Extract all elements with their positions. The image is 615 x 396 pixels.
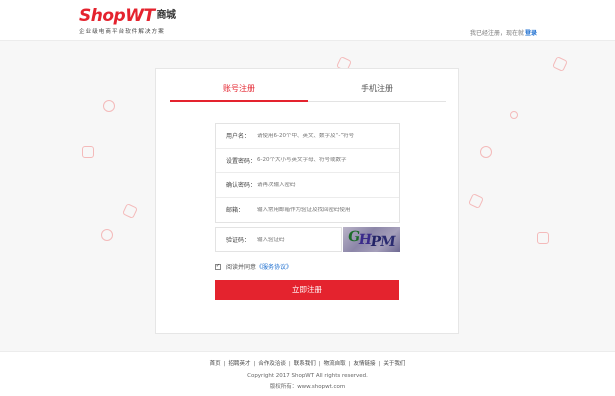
captcha-label: 验证码： xyxy=(226,237,251,244)
footer-link[interactable]: 关于我们 xyxy=(383,361,405,367)
form-row-username: 用户名： xyxy=(216,124,399,149)
register-tabs: 账号注册 手机注册 xyxy=(170,81,446,102)
agree-checkbox[interactable]: ✓ xyxy=(215,263,221,270)
agreement-row: ✓ 阅读并同意 《服务协议》 xyxy=(215,262,292,271)
register-submit-button[interactable]: 立即注册 xyxy=(215,280,399,300)
footer-separator: | xyxy=(318,361,321,367)
footer-link[interactable]: 首页 xyxy=(210,361,221,367)
tab-account-register[interactable]: 账号注册 xyxy=(170,83,308,94)
email-label: 邮箱： xyxy=(226,207,245,215)
service-agreement-link[interactable]: 《服务协议》 xyxy=(256,262,292,271)
copyright-text: Copyright 2017 ShopWT All rights reserve… xyxy=(247,373,368,379)
form-row-confirm-password: 确认密码： xyxy=(216,173,399,198)
captcha-image-text: GHPM xyxy=(347,229,396,250)
footer-link[interactable]: 合作及洽谈 xyxy=(258,361,286,367)
footer-link[interactable]: 友情链接 xyxy=(353,361,375,367)
footer-links: 首页 | 招聘英才 | 合作及洽谈 | 联系我们 | 物流自取 | 友情链接 | 关于我们 xyxy=(0,359,615,367)
decor-ring-icon xyxy=(103,100,115,112)
username-input[interactable] xyxy=(257,132,399,139)
captcha-image[interactable]: GHPM xyxy=(343,227,400,252)
footer-separator: | xyxy=(288,361,291,367)
login-link[interactable]: 登录 xyxy=(525,30,537,37)
captcha-char: M xyxy=(378,234,396,250)
page-footer: 首页 | 招聘英才 | 合作及洽谈 | 联系我们 | 物流自取 | 友情链接 | 关于我们 Copyri… xyxy=(0,351,615,396)
rights-text: 版权所有：www.shopwt.com xyxy=(269,384,346,390)
logo-slogan: 企业级电商平台软件解决方案 xyxy=(79,29,165,35)
logo[interactable]: ShopWT 商城 企业级电商平台软件解决方案 xyxy=(79,7,176,35)
login-hint: 我已经注册，现在就登录 xyxy=(470,28,537,37)
page-header: ShopWT 商城 企业级电商平台软件解决方案 我已经注册，现在就登录 xyxy=(0,0,615,41)
password-label: 设置密码： xyxy=(226,157,257,165)
footer-link[interactable]: 招聘英才 xyxy=(228,361,250,367)
footer-separator: | xyxy=(223,361,226,367)
agree-text: 阅读并同意 xyxy=(226,264,257,271)
decor-shirt-icon xyxy=(537,232,549,244)
password-input[interactable] xyxy=(257,157,399,164)
register-card: 账号注册 手机注册 用户名： 设置密码： 确认密码： 邮箱： 验证码： GHPM… xyxy=(155,68,459,334)
decor-cart-icon xyxy=(82,146,94,158)
register-form: 用户名： 设置密码： 确认密码： 邮箱： xyxy=(215,123,400,223)
email-input[interactable] xyxy=(257,206,399,213)
confirm-password-label: 确认密码： xyxy=(226,182,257,190)
logo-cn: 商城 xyxy=(156,10,177,21)
decor-bag-icon xyxy=(552,56,568,72)
decor-tag-icon xyxy=(122,203,138,219)
logo-text: ShopWT xyxy=(79,6,155,26)
tab-phone-register[interactable]: 手机注册 xyxy=(308,83,446,94)
active-tab-indicator xyxy=(170,100,308,102)
footer-link[interactable]: 物流自取 xyxy=(324,361,346,367)
captcha-field: 验证码： xyxy=(215,227,342,252)
form-row-email: 邮箱： xyxy=(216,198,399,223)
username-label: 用户名： xyxy=(226,133,251,141)
login-prompt: 我已经注册，现在就 xyxy=(469,30,524,37)
footer-link[interactable]: 联系我们 xyxy=(294,361,316,367)
footer-separator: | xyxy=(378,361,381,367)
decor-heart-icon xyxy=(480,146,492,158)
decor-dot-icon xyxy=(510,111,518,119)
footer-separator: | xyxy=(253,361,256,367)
decor-bottle-icon xyxy=(101,229,113,241)
captcha-input[interactable] xyxy=(257,236,341,243)
decor-box-icon xyxy=(468,193,484,209)
footer-separator: | xyxy=(348,361,351,367)
form-row-password: 设置密码： xyxy=(216,149,399,173)
confirm-password-input[interactable] xyxy=(257,181,399,188)
